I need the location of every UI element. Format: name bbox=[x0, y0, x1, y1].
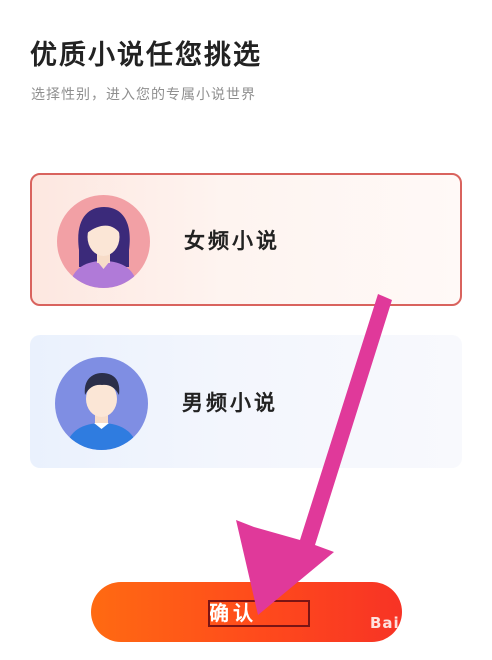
female-novel-option[interactable]: 女频小说 bbox=[30, 173, 462, 306]
page-title: 优质小说任您挑选 bbox=[30, 40, 262, 71]
male-avatar-icon bbox=[55, 357, 148, 450]
baidu-watermark: Bai 经验 bbox=[370, 614, 438, 632]
male-novel-label: 男频小说 bbox=[182, 390, 278, 415]
female-avatar-icon bbox=[57, 195, 150, 288]
confirm-button[interactable]: 确认 bbox=[91, 582, 402, 642]
baidu-watermark-url: jingyan.baidu.com bbox=[410, 632, 492, 645]
page-subtitle: 选择性别，进入您的专属小说世界 bbox=[31, 87, 256, 103]
annotation-highlight-box bbox=[208, 600, 310, 627]
male-novel-option[interactable]: 男频小说 bbox=[30, 335, 462, 468]
female-novel-label: 女频小说 bbox=[184, 228, 280, 253]
